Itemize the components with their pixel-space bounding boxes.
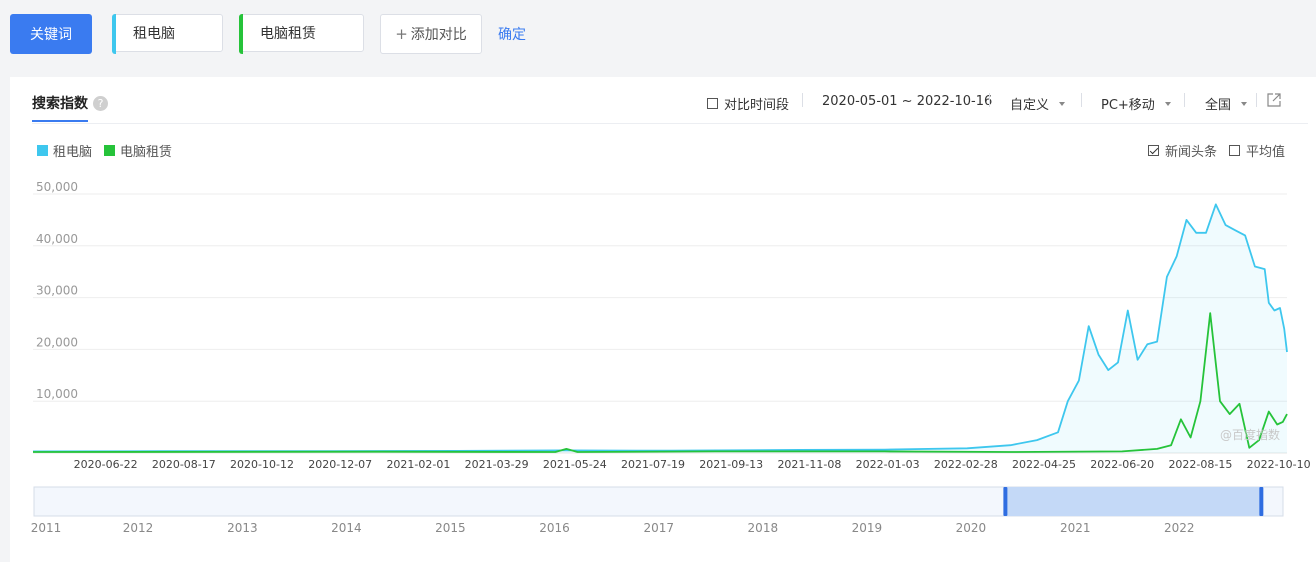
range-year-label: 2019 — [852, 521, 883, 535]
header-divider — [32, 123, 1308, 124]
x-tick-label: 2022-04-25 — [1012, 458, 1076, 471]
x-tick-label: 2021-09-13 — [699, 458, 763, 471]
keyword-1-label: 租电脑 — [133, 26, 175, 42]
range-year-label: 2012 — [123, 521, 154, 535]
keyword-2-color-bar — [239, 14, 243, 54]
watermark-text: @百度指数 — [1220, 427, 1280, 442]
tab-search-index[interactable]: 搜索指数 ? — [32, 93, 108, 113]
plus-icon: + — [395, 25, 408, 43]
y-tick-label: 40,000 — [36, 232, 78, 246]
range-year-label: 2021 — [1060, 521, 1091, 535]
x-tick-label: 2021-11-08 — [777, 458, 841, 471]
chevron-down-icon — [1164, 101, 1171, 106]
chevron-down-icon — [1241, 101, 1248, 106]
separator — [1081, 93, 1082, 107]
range-selector-window[interactable] — [1005, 487, 1262, 516]
separator — [1184, 93, 1185, 107]
external-link-icon[interactable] — [1267, 93, 1281, 107]
range-year-label: 2015 — [435, 521, 466, 535]
compare-period-label: 对比时间段 — [724, 98, 790, 113]
range-year-label: 2016 — [539, 521, 570, 535]
x-tick-label: 2022-10-10 — [1247, 458, 1311, 471]
keyword-2-label: 电脑租赁 — [260, 26, 316, 42]
range-year-label: 2018 — [748, 521, 779, 535]
range-year-label: 2022 — [1164, 521, 1195, 535]
date-range-text: 2020-05-01 ~ 2022-10-16 — [822, 94, 993, 109]
tab-label: 搜索指数 — [32, 96, 88, 112]
region-dropdown[interactable]: 全国 — [1205, 94, 1248, 113]
date-range-picker[interactable]: 2020-05-01 ~ 2022-10-16 — [822, 94, 992, 109]
range-year-label: 2020 — [956, 521, 987, 535]
separator — [989, 93, 990, 107]
x-tick-label: 2022-08-15 — [1168, 458, 1232, 471]
separator — [1256, 93, 1257, 107]
y-tick-label: 20,000 — [36, 335, 78, 349]
compare-period-checkbox[interactable] — [707, 98, 718, 109]
y-tick-label: 30,000 — [36, 284, 78, 298]
x-tick-label: 2022-02-28 — [934, 458, 998, 471]
add-compare-button[interactable]: + 添加对比 — [380, 14, 482, 54]
range-handle-end[interactable] — [1259, 487, 1264, 516]
keyword-input-1[interactable]: 租电脑 — [112, 14, 223, 54]
device-label: PC+移动 — [1101, 98, 1155, 113]
device-dropdown[interactable]: PC+移动 — [1101, 94, 1171, 113]
compare-period-toggle[interactable]: 对比时间段 — [707, 94, 789, 113]
x-tick-label: 2021-02-01 — [386, 458, 450, 471]
y-tick-label: 50,000 — [36, 180, 78, 194]
range-year-label: 2013 — [227, 521, 258, 535]
keyword-button[interactable]: 关键词 — [10, 14, 92, 54]
range-handle-start[interactable] — [1003, 487, 1008, 516]
region-label: 全国 — [1205, 98, 1232, 113]
help-icon[interactable]: ? — [93, 95, 108, 111]
keyword-1-color-bar — [112, 14, 116, 54]
x-tick-label: 2022-06-20 — [1090, 458, 1154, 471]
range-year-label: 2017 — [644, 521, 675, 535]
range-year-label: 2011 — [31, 521, 62, 535]
x-tick-label: 2022-01-03 — [856, 458, 920, 471]
top-bar: 关键词 租电脑 电脑租赁 + 添加对比 确定 — [0, 0, 1316, 70]
x-tick-label: 2021-05-24 — [543, 458, 607, 471]
x-tick-label: 2020-06-22 — [74, 458, 138, 471]
keyword-input-2[interactable]: 电脑租赁 — [239, 14, 364, 54]
custom-label: 自定义 — [1010, 98, 1050, 113]
x-tick-label: 2021-03-29 — [465, 458, 529, 471]
custom-dropdown[interactable]: 自定义 — [1010, 94, 1066, 113]
confirm-link[interactable]: 确定 — [498, 24, 526, 44]
add-compare-label: 添加对比 — [410, 27, 467, 43]
x-tick-label: 2020-08-17 — [152, 458, 216, 471]
x-tick-label: 2021-07-19 — [621, 458, 685, 471]
separator — [802, 93, 803, 107]
search-index-chart: 10,000 20,000 30,000 40,000 50,000 2020-06-22… — [31, 180, 1311, 535]
x-tick-label: 2020-12-07 — [308, 458, 372, 471]
active-tab-underline — [32, 120, 88, 122]
x-tick-label: 2020-10-12 — [230, 458, 294, 471]
search-index-panel: 搜索指数 ? 对比时间段 2020-05-01 ~ 2022-10-16 自定义… — [10, 77, 1316, 562]
chevron-down-icon — [1059, 101, 1066, 106]
range-year-label: 2014 — [331, 521, 362, 535]
series-area-0 — [33, 204, 1287, 453]
y-tick-label: 10,000 — [36, 387, 78, 401]
